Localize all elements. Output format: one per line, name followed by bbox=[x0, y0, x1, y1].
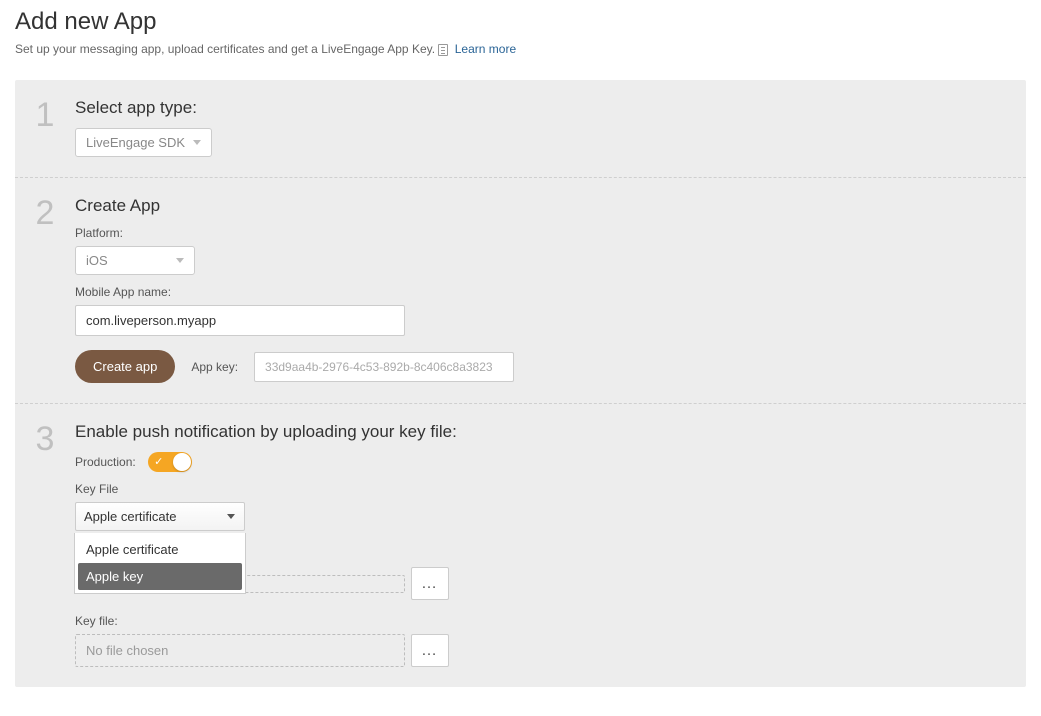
platform-label: Platform: bbox=[75, 226, 1010, 240]
step-2-title: Create App bbox=[75, 196, 1010, 216]
keyfile-type-select[interactable]: Apple certificate bbox=[75, 502, 245, 531]
appname-input[interactable] bbox=[75, 305, 405, 336]
step-1-title: Select app type: bbox=[75, 98, 1010, 118]
step-2: 2 Create App Platform: iOS Mobile App na… bbox=[15, 178, 1026, 404]
appkey-field[interactable] bbox=[254, 352, 514, 382]
keyfile-type-dropdown: Apple certificate Apple key bbox=[74, 533, 246, 594]
step-1: 1 Select app type: LiveEngage SDK bbox=[15, 80, 1026, 178]
chevron-down-icon bbox=[193, 140, 201, 145]
step-3-title: Enable push notification by uploading yo… bbox=[75, 422, 1010, 442]
keyfile-browse-button[interactable]: … bbox=[411, 634, 449, 667]
create-app-button[interactable]: Create app bbox=[75, 350, 175, 383]
keyfile-type-label: Key File bbox=[75, 482, 1010, 496]
keyfile-file-field[interactable]: No file chosen bbox=[75, 634, 405, 667]
step-number-1: 1 bbox=[15, 98, 75, 157]
document-icon bbox=[438, 44, 448, 56]
toggle-knob bbox=[173, 453, 191, 471]
chevron-down-icon bbox=[226, 512, 236, 522]
platform-select[interactable]: iOS bbox=[75, 246, 195, 275]
sdk-select[interactable]: LiveEngage SDK bbox=[75, 128, 212, 157]
keyfile-option-apple-key[interactable]: Apple key bbox=[78, 563, 242, 590]
page-title: Add new App bbox=[15, 8, 1026, 36]
learn-more-link[interactable]: Learn more bbox=[455, 42, 516, 56]
keyfile-file-label: Key file: bbox=[75, 614, 1010, 628]
keyfile-type-value: Apple certificate bbox=[84, 509, 177, 524]
page-subtitle: Set up your messaging app, upload certif… bbox=[15, 42, 1026, 56]
keyfile-option-apple-certificate[interactable]: Apple certificate bbox=[78, 536, 242, 563]
appname-label: Mobile App name: bbox=[75, 285, 1010, 299]
production-label: Production: bbox=[75, 455, 136, 469]
chevron-down-icon bbox=[176, 258, 184, 263]
production-toggle[interactable]: ✓ bbox=[148, 452, 192, 472]
appkey-label: App key: bbox=[191, 360, 238, 374]
certificate-browse-button[interactable]: … bbox=[411, 567, 449, 600]
step-number-3: 3 bbox=[15, 422, 75, 667]
subtitle-text: Set up your messaging app, upload certif… bbox=[15, 42, 435, 56]
platform-value: iOS bbox=[86, 253, 108, 268]
step-number-2: 2 bbox=[15, 196, 75, 383]
step-3: 3 Enable push notification by uploading … bbox=[15, 404, 1026, 687]
sdk-select-value: LiveEngage SDK bbox=[86, 135, 185, 150]
check-icon: ✓ bbox=[154, 454, 163, 470]
